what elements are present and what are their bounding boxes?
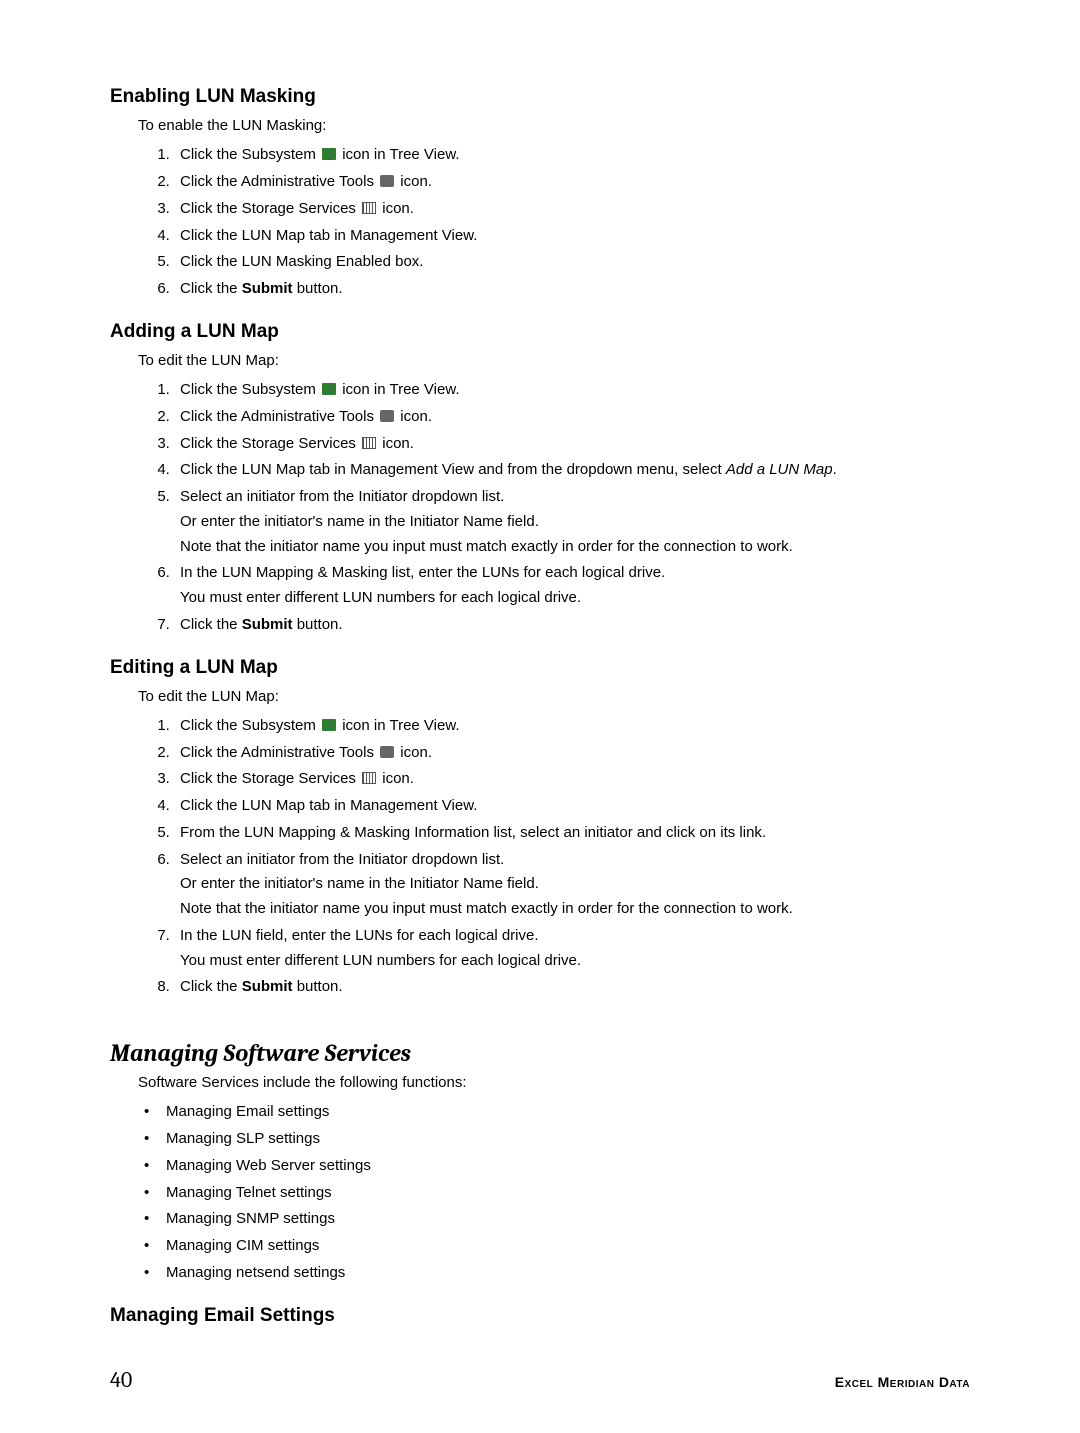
step-item: From the LUN Mapping & Masking Informati… (174, 820, 970, 847)
subsystem-icon (322, 148, 336, 160)
intro-text: To edit the LUN Map: (138, 687, 970, 707)
document-page: Enabling LUN Masking To enable the LUN M… (0, 0, 1080, 1433)
admin-tools-icon (380, 746, 394, 758)
subsystem-icon (322, 719, 336, 731)
step-item: In the LUN Mapping & Masking list, enter… (174, 560, 970, 612)
step-item: Click the Storage Services icon. (174, 431, 970, 458)
step-subline: You must enter different LUN numbers for… (180, 950, 970, 972)
bullet-item: Managing netsend settings (166, 1260, 970, 1287)
step-text: icon in Tree View. (338, 146, 459, 163)
step-text: button. (293, 280, 343, 297)
footer-brand: Excel Meridian Data (835, 1374, 970, 1390)
step-text: Click the Administrative Tools (180, 744, 378, 761)
step-text: Click the Subsystem (180, 717, 320, 734)
bullet-item: Managing SNMP settings (166, 1206, 970, 1233)
step-text: Click the Subsystem (180, 146, 320, 163)
step-text: Select an initiator from the Initiator d… (180, 488, 504, 505)
step-text: Click the Storage Services (180, 200, 360, 217)
bullet-item: Managing Web Server settings (166, 1153, 970, 1180)
step-text: Click the (180, 616, 242, 633)
step-item: Click the Administrative Tools icon. (174, 169, 970, 196)
step-text: Click the Administrative Tools (180, 173, 378, 190)
bullet-item: Managing Telnet settings (166, 1180, 970, 1207)
step-text: button. (293, 978, 343, 995)
bullet-item: Managing CIM settings (166, 1233, 970, 1260)
steps-list: Click the Subsystem icon in Tree View. C… (138, 713, 970, 1001)
step-text: Click the Storage Services (180, 435, 360, 452)
step-item: Click the Submit button. (174, 612, 970, 639)
step-subline: Or enter the initiator's name in the Ini… (180, 873, 970, 895)
step-text: icon. (396, 408, 432, 425)
heading-managing-email-settings: Managing Email Settings (110, 1305, 970, 1327)
step-item: Click the LUN Map tab in Management View… (174, 457, 970, 484)
storage-services-icon (362, 437, 376, 449)
intro-text: To enable the LUN Masking: (138, 116, 970, 136)
step-subline: Or enter the initiator's name in the Ini… (180, 511, 970, 533)
step-item: In the LUN field, enter the LUNs for eac… (174, 923, 970, 975)
step-text: In the LUN field, enter the LUNs for eac… (180, 927, 539, 944)
step-text: Click the (180, 978, 242, 995)
intro-text: To edit the LUN Map: (138, 351, 970, 371)
admin-tools-icon (380, 410, 394, 422)
step-text: icon. (378, 770, 414, 787)
heading-editing-lun-map: Editing a LUN Map (110, 657, 970, 679)
heading-enabling-lun-masking: Enabling LUN Masking (110, 86, 970, 108)
step-text: icon. (396, 744, 432, 761)
step-item: Click the LUN Masking Enabled box. (174, 249, 970, 276)
step-item: Click the Subsystem icon in Tree View. (174, 142, 970, 169)
step-text: Click the (180, 280, 242, 297)
step-item: Click the LUN Map tab in Management View… (174, 793, 970, 820)
intro-text: Software Services include the following … (138, 1073, 970, 1093)
bullet-item: Managing SLP settings (166, 1126, 970, 1153)
step-item: Click the Submit button. (174, 276, 970, 303)
step-text: Click the Storage Services (180, 770, 360, 787)
add-lun-map-italic: Add a LUN Map (726, 461, 833, 478)
step-subline: You must enter different LUN numbers for… (180, 587, 970, 609)
step-text: icon in Tree View. (338, 381, 459, 398)
step-item: Click the Submit button. (174, 974, 970, 1001)
bullet-list: Managing Email settings Managing SLP set… (166, 1099, 970, 1286)
step-item: Click the Subsystem icon in Tree View. (174, 377, 970, 404)
step-subline: Note that the initiator name you input m… (180, 536, 970, 558)
heading-adding-lun-map: Adding a LUN Map (110, 321, 970, 343)
step-text: icon. (396, 173, 432, 190)
step-text: In the LUN Mapping & Masking list, enter… (180, 564, 665, 581)
step-item: Click the Storage Services icon. (174, 766, 970, 793)
step-item: Click the Administrative Tools icon. (174, 404, 970, 431)
submit-bold: Submit (242, 978, 293, 995)
step-item: Click the Storage Services icon. (174, 196, 970, 223)
submit-bold: Submit (242, 280, 293, 297)
step-item: Click the LUN Map tab in Management View… (174, 223, 970, 250)
page-number: 40 (110, 1367, 132, 1393)
storage-services-icon (362, 202, 376, 214)
step-text: Click the LUN Map tab in Management View… (180, 461, 726, 478)
subsystem-icon (322, 383, 336, 395)
step-item: Select an initiator from the Initiator d… (174, 847, 970, 923)
step-text: button. (293, 616, 343, 633)
step-text: Click the Subsystem (180, 381, 320, 398)
steps-list: Click the Subsystem icon in Tree View. C… (138, 377, 970, 639)
heading-managing-software-services: Managing Software Services (110, 1039, 970, 1067)
step-item: Click the Subsystem icon in Tree View. (174, 713, 970, 740)
step-item: Click the Administrative Tools icon. (174, 740, 970, 767)
page-footer: 40 Excel Meridian Data (110, 1367, 970, 1393)
step-text: . (833, 461, 837, 478)
bullet-item: Managing Email settings (166, 1099, 970, 1126)
submit-bold: Submit (242, 616, 293, 633)
storage-services-icon (362, 772, 376, 784)
steps-list: Click the Subsystem icon in Tree View. C… (138, 142, 970, 303)
admin-tools-icon (380, 175, 394, 187)
step-item: Select an initiator from the Initiator d… (174, 484, 970, 560)
step-text: Select an initiator from the Initiator d… (180, 851, 504, 868)
step-text: Click the Administrative Tools (180, 408, 378, 425)
step-text: icon in Tree View. (338, 717, 459, 734)
step-text: icon. (378, 200, 414, 217)
step-text: icon. (378, 435, 414, 452)
step-subline: Note that the initiator name you input m… (180, 898, 970, 920)
